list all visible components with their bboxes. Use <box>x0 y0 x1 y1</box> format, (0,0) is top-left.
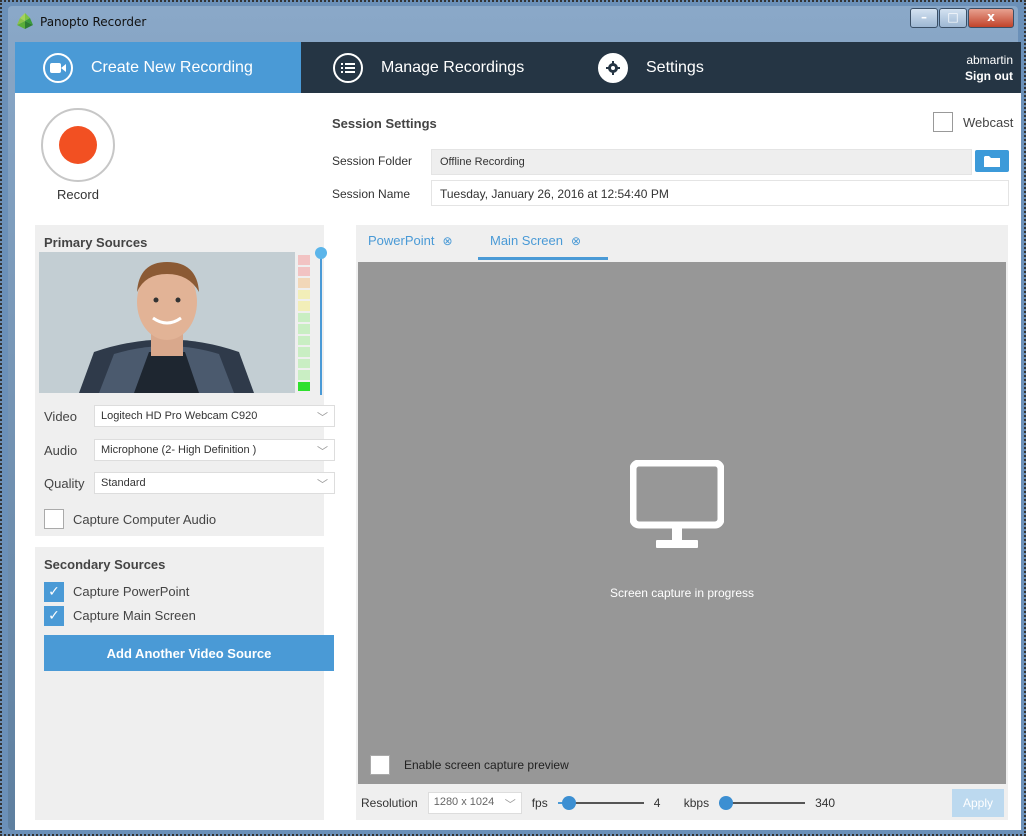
screen-capture-message: Screen capture in progress <box>609 586 755 600</box>
minimize-button[interactable]: – <box>910 8 938 28</box>
close-tab-icon[interactable]: ⊗ <box>442 234 452 248</box>
video-select-value: Logitech HD Pro Webcam C920 <box>101 410 258 422</box>
kbps-label: kbps <box>683 796 710 810</box>
session-folder-label: Session Folder <box>332 154 413 168</box>
minimize-icon: – <box>921 10 927 24</box>
session-folder-field[interactable]: Offline Recording <box>431 149 972 175</box>
tab-powerpoint[interactable]: PowerPoint ⊗ <box>368 233 453 248</box>
chevron-down-icon: ﹀ <box>317 446 328 458</box>
record-label: Record <box>57 187 99 202</box>
kbps-value: 340 <box>815 796 836 810</box>
tab-label: Settings <box>646 58 704 76</box>
webcast-checkbox[interactable] <box>933 112 953 132</box>
resolution-label: Resolution <box>361 796 418 810</box>
folder-icon <box>984 156 1000 167</box>
add-video-source-button[interactable]: Add Another Video Source <box>44 635 334 671</box>
chevron-down-icon: ﹀ <box>504 799 516 811</box>
record-icon <box>59 126 97 164</box>
enable-preview-checkbox[interactable] <box>370 755 390 775</box>
session-name-label: Session Name <box>332 187 411 201</box>
capture-computer-audio-label: Capture Computer Audio <box>73 512 217 527</box>
quality-select-value: Standard <box>101 477 146 489</box>
audio-select-value: Microphone (2- High Definition ) <box>101 444 257 456</box>
fps-thumb[interactable] <box>561 796 576 810</box>
audio-level-meter <box>298 255 310 393</box>
screen-preview-area: Screen capture in progress Enable screen… <box>358 262 1006 784</box>
chevron-down-icon: ﹀ <box>317 479 328 491</box>
fps-slider[interactable] <box>557 796 644 810</box>
capture-settings-bar: Resolution 1280 x 1024 ﹀ fps 4 kbps 340 <box>356 786 1008 820</box>
kbps-thumb[interactable] <box>719 796 734 810</box>
fps-label: fps <box>531 796 548 810</box>
maximize-button[interactable]: □ <box>939 8 967 28</box>
close-button[interactable]: x <box>968 8 1014 28</box>
app-client-area: Create New Recording Manage Recordings S… <box>15 42 1021 830</box>
video-select[interactable]: Logitech HD Pro Webcam C920 ﹀ <box>94 405 335 427</box>
audio-select[interactable]: Microphone (2- High Definition ) ﹀ <box>94 439 335 461</box>
username: abmartin <box>966 53 1013 67</box>
resolution-select[interactable]: 1280 x 1024 ﹀ <box>427 792 522 814</box>
tab-settings[interactable]: Settings <box>598 42 704 93</box>
top-nav: Create New Recording Manage Recordings S… <box>15 42 1021 93</box>
tab-label: Create New Recording <box>91 58 253 76</box>
audio-gain-track <box>320 255 322 395</box>
record-button[interactable] <box>41 108 115 182</box>
resolution-value: 1280 x 1024 <box>433 796 495 808</box>
secondary-sources-title: Secondary Sources <box>44 557 166 572</box>
active-tab-indicator <box>478 257 608 260</box>
audio-gain-slider[interactable] <box>315 247 327 259</box>
webcam-person-image <box>39 252 295 393</box>
session-name-field[interactable]: Tuesday, January 26, 2016 at 12:54:40 PM <box>431 180 1009 206</box>
kbps-slider[interactable] <box>719 796 806 810</box>
tab-label: Main Screen <box>490 233 563 248</box>
window-title: Panopto Recorder <box>40 15 147 29</box>
video-camera-icon <box>43 52 73 83</box>
panopto-logo-icon <box>17 13 33 29</box>
enable-preview-label: Enable screen capture preview <box>404 758 569 772</box>
quality-label: Quality <box>44 476 85 491</box>
webcast-label: Webcast <box>963 115 1014 130</box>
close-tab-icon[interactable]: ⊗ <box>571 234 581 248</box>
capture-main-screen-checkbox[interactable]: ✓ <box>44 606 64 626</box>
apply-button[interactable]: Apply <box>952 789 1004 817</box>
preview-panel: PowerPoint ⊗ Main Screen ⊗ Screen capture … <box>356 225 1008 820</box>
primary-sources-title: Primary Sources <box>44 235 148 250</box>
capture-powerpoint-checkbox[interactable]: ✓ <box>44 582 64 602</box>
session-settings-title: Session Settings <box>332 116 437 131</box>
fps-value: 4 <box>653 796 661 810</box>
maximize-icon: □ <box>947 10 959 24</box>
capture-main-screen-label: Capture Main Screen <box>73 608 196 623</box>
user-area: abmartin Sign out <box>965 52 1013 84</box>
primary-sources-panel: Primary Sources Video Logitech HD Pro We… <box>35 225 335 536</box>
title-bar: Panopto Recorder – □ x <box>12 8 1014 36</box>
quality-select[interactable]: Standard ﹀ <box>94 472 335 494</box>
webcam-preview <box>39 252 295 393</box>
monitor-icon <box>630 460 724 548</box>
video-label: Video <box>44 409 78 424</box>
chevron-down-icon: ﹀ <box>317 412 328 424</box>
secondary-sources-panel: Secondary Sources ✓ Capture PowerPoint ✓… <box>35 547 334 820</box>
tab-main-screen[interactable]: Main Screen ⊗ <box>490 233 581 248</box>
browse-folder-button[interactable] <box>975 150 1009 172</box>
window-frame: Panopto Recorder – □ x Create New Record… <box>0 0 1026 836</box>
tab-label: Manage Recordings <box>381 58 525 76</box>
tab-label: PowerPoint <box>368 233 435 248</box>
sign-out-link[interactable]: Sign out <box>965 68 1013 84</box>
list-icon <box>333 52 363 83</box>
gear-icon <box>598 52 628 83</box>
tab-create-new-recording[interactable]: Create New Recording <box>15 42 301 93</box>
tab-manage-recordings[interactable]: Manage Recordings <box>333 42 524 93</box>
capture-powerpoint-label: Capture PowerPoint <box>73 584 190 599</box>
capture-computer-audio-checkbox[interactable] <box>44 509 64 529</box>
close-icon: x <box>987 10 995 24</box>
audio-label: Audio <box>44 443 78 458</box>
